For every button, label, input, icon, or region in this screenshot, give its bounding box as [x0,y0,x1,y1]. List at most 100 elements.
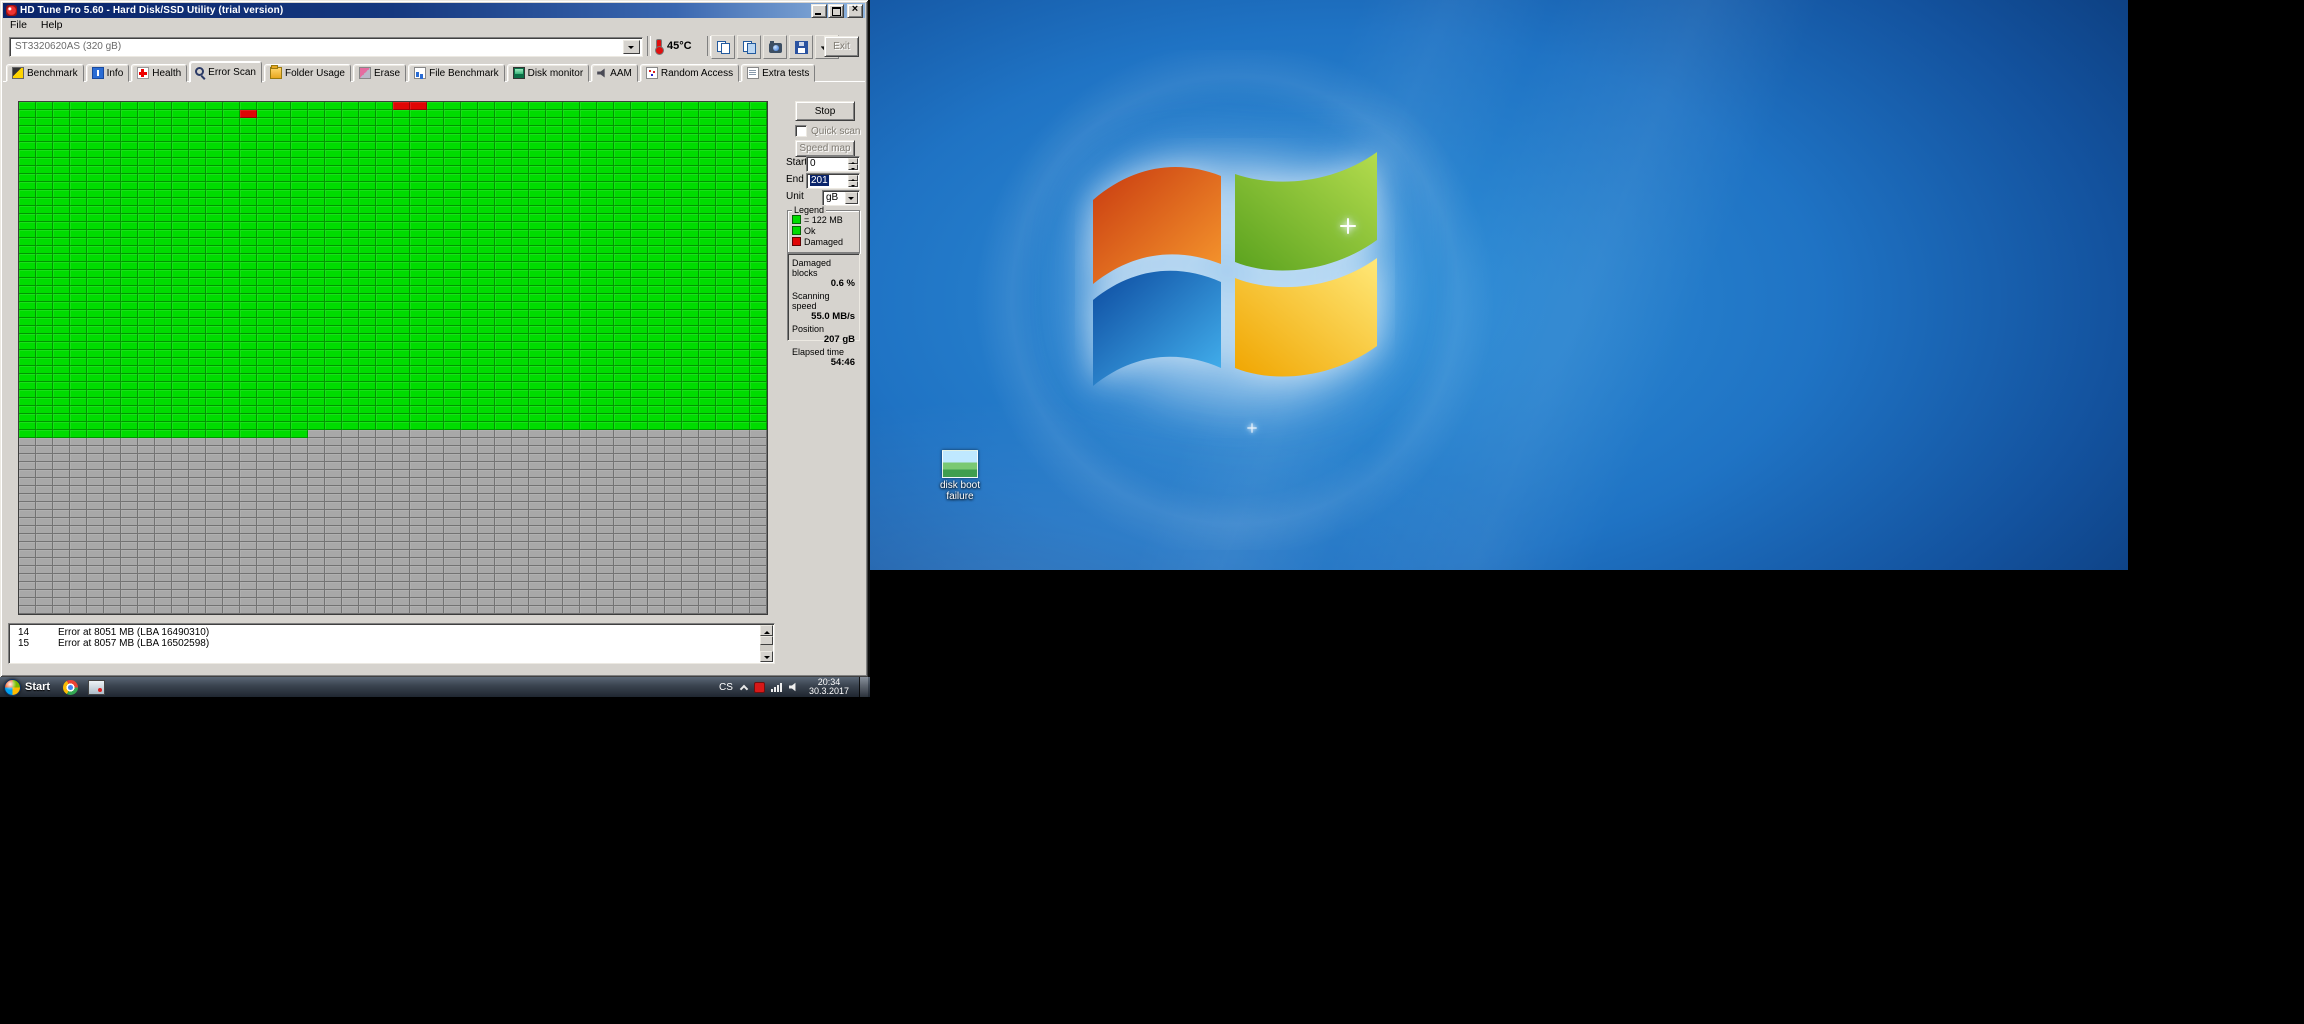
scan-block [138,118,155,126]
combobox-dropdown-icon[interactable] [623,40,640,54]
tab-erase[interactable]: Erase [353,64,407,82]
scan-block [478,430,495,438]
error-list-item[interactable]: 15 Error at 8057 MB (LBA 16502598) [11,638,758,649]
scan-block [70,446,87,454]
scan-block [308,382,325,390]
error-log-listbox[interactable]: 14 Error at 8051 MB (LBA 16490310) 15 Error… [8,623,775,664]
scan-block [291,134,308,142]
quick-scan-checkbox[interactable] [795,125,807,137]
scan-block [614,126,631,134]
scan-block [444,574,461,582]
scrollbar-thumb[interactable] [760,636,773,645]
start-field[interactable]: 0 [806,156,860,172]
scan-block [121,158,138,166]
scan-block [291,166,308,174]
menu-file[interactable]: File [3,18,34,32]
tab-disk-monitor[interactable]: Disk monitor [506,64,590,82]
scan-block [274,422,291,430]
scan-block [733,430,750,438]
scan-block [172,110,189,118]
tab-benchmark[interactable]: Benchmark [6,64,84,82]
tab-extra-tests[interactable]: Extra tests [741,64,816,82]
quick-scan-option[interactable]: Quick scan [795,125,860,137]
menu-help[interactable]: Help [34,18,70,32]
start-spinner[interactable] [848,158,858,170]
scan-block [563,174,580,182]
toolbar-save-button[interactable] [789,35,813,59]
toolbar-camera-button[interactable] [763,35,787,59]
scan-block [665,542,682,550]
scan-block [189,542,206,550]
tab-folder-usage[interactable]: Folder Usage [263,64,351,82]
start-button[interactable]: Start [0,677,58,697]
toolbar-copy-button[interactable] [711,35,735,59]
scan-block [325,238,342,246]
end-spinner[interactable] [848,175,858,187]
scan-block [325,230,342,238]
chevron-down-icon[interactable] [845,192,858,204]
minimize-button[interactable] [811,3,827,18]
scan-block [495,334,512,342]
spin-down-icon[interactable] [848,181,858,187]
scan-block [308,606,325,614]
scan-block [70,286,87,294]
volume-icon[interactable] [788,682,796,692]
spin-down-icon[interactable] [848,164,858,170]
scan-block [121,486,138,494]
desktop-icon-disk-boot-failure[interactable]: disk boot failure [926,450,994,502]
scrollbar[interactable] [760,625,773,662]
language-indicator[interactable]: CS [719,682,733,693]
scan-block [750,222,767,230]
scan-block [444,310,461,318]
end-field[interactable]: 201 [806,173,860,189]
maximize-button[interactable] [828,3,844,18]
show-desktop-button[interactable] [859,677,868,697]
drive-select-combobox[interactable]: ST3320620AS (320 gB) [9,37,643,57]
chrome-taskbar-icon[interactable] [63,679,79,695]
scan-block [529,150,546,158]
scroll-down-icon[interactable] [760,651,773,662]
speed-map-button[interactable]: Speed map [795,140,855,157]
exit-button[interactable]: Exit [824,36,859,57]
scan-block [444,294,461,302]
close-button[interactable] [847,3,863,18]
taskbar-clock[interactable]: 20:34 30.3.2017 [805,677,853,697]
scan-block [427,294,444,302]
hdtune-taskbar-icon[interactable] [88,679,106,695]
scan-block [376,566,393,574]
scan-block [495,318,512,326]
tab-health[interactable]: Health [131,64,188,82]
tab-error-scan[interactable]: Error Scan [189,61,262,83]
scroll-up-icon[interactable] [760,625,773,636]
scan-block [648,518,665,526]
stop-button[interactable]: Stop [795,101,855,121]
scan-block [410,246,427,254]
scan-block [189,294,206,302]
scan-block [19,222,36,230]
scan-block [376,398,393,406]
scan-block [19,262,36,270]
title-bar[interactable]: HD Tune Pro 5.60 - Hard Disk/SSD Utility… [3,3,865,18]
toolbar-copy-image-button[interactable] [737,35,761,59]
scan-block [325,518,342,526]
tab-random-access[interactable]: Random Access [639,64,740,82]
scan-block [53,286,70,294]
tab-aam[interactable]: AAM [591,64,638,82]
unit-dropdown[interactable]: gB [822,190,860,206]
scan-block [172,150,189,158]
scan-block [529,366,546,374]
scan-block [257,342,274,350]
scan-block [223,438,240,446]
network-icon[interactable] [770,682,783,692]
scan-block [138,470,155,478]
hdtune-tray-icon[interactable] [753,681,765,693]
scan-block [70,486,87,494]
scan-block [189,142,206,150]
error-list-item[interactable]: 14 Error at 8051 MB (LBA 16490310) [11,627,758,638]
scan-block [597,534,614,542]
tab-info[interactable]: Info [85,64,130,82]
show-hidden-icons-icon[interactable] [739,683,748,692]
scan-block [172,310,189,318]
scan-block [325,398,342,406]
tab-file-benchmark[interactable]: File Benchmark [408,64,505,82]
